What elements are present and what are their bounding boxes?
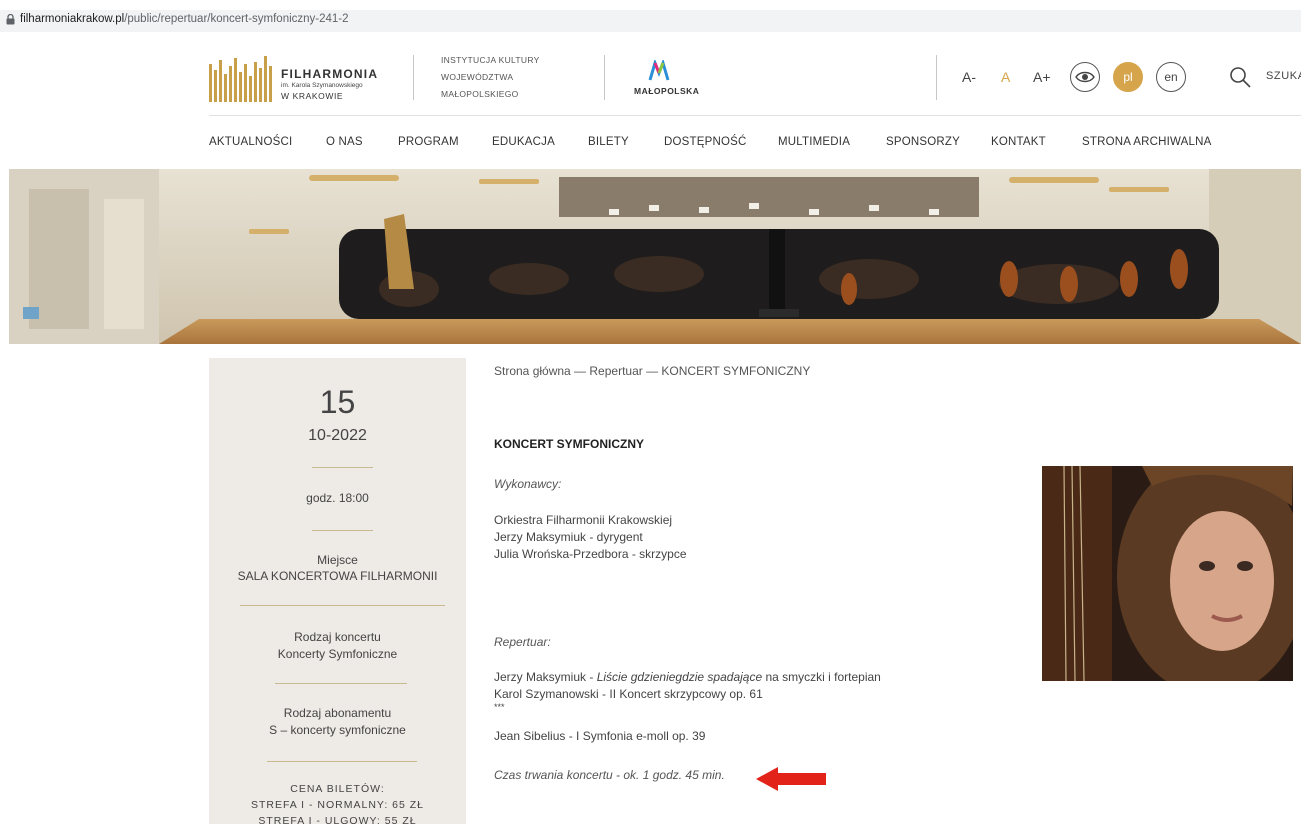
concert-type-label: Rodzaj koncertu [294,630,381,644]
repertoire-item: Karol Szymanowski - II Koncert skrzypcow… [494,687,763,701]
soloist-portrait-image [1042,466,1293,681]
eye-icon [1075,71,1095,83]
header-divider [604,55,605,100]
red-arrow-annotation [756,767,826,791]
event-month-year: 10-2022 [308,427,367,444]
performer-item: Jerzy Maksymiuk - dyrygent [494,530,643,544]
repertoire-separator: *** [494,702,505,712]
institution-line: INSTYTUCJA KULTURY [441,55,540,65]
logo-city: W KRAKOWIE [281,91,344,101]
orchestra-banner-image [9,169,1301,344]
logo-subtitle: im. Karola Szymanowskiego [281,82,363,89]
event-time: godz. 18:00 [306,491,369,505]
nav-strona-archiwalna[interactable]: STRONA ARCHIWALNA [1082,136,1212,148]
nav-program[interactable]: PROGRAM [398,136,459,148]
header-divider [413,55,414,100]
filharmonia-logo-icon[interactable] [209,56,273,102]
prices-label: CENA BILETÓW: [290,783,385,795]
subscription-label: Rodzaj abonamentu [283,706,392,720]
contrast-button[interactable] [1070,62,1100,92]
search-label[interactable]: SZUKA [1266,70,1301,82]
url-text[interactable]: filharmoniakrakow.pl/public/repertuar/ko… [20,13,349,25]
logo-name: FILHARMONIA [281,67,379,81]
divider [267,761,417,762]
institution-text: INSTYTUCJA KULTURY WOJEWÓDZTWA MAŁOPOLSK… [441,52,540,103]
concert-duration: Czas trwania koncertu - ok. 1 godz. 45 m… [494,768,725,782]
repertoire-label: Repertuar: [494,635,551,649]
malopolska-label: MAŁOPOLSKA [634,86,700,96]
repertoire-suffix: na smyczki i fortepian [762,670,881,684]
divider [312,467,373,468]
repertoire-item: Jean Sibelius - I Symfonia e-moll op. 39 [494,729,706,743]
performers-label: Wykonawcy: [494,477,562,491]
header-divider [936,55,937,100]
institution-line: WOJEWÓDZTWA [441,72,514,82]
institution-line: MAŁOPOLSKIEGO [441,89,519,99]
price-normal: STREFA I - NORMALNY: 65 ZŁ [250,799,425,811]
malopolska-logo-icon[interactable] [648,60,670,82]
divider [240,605,445,606]
page-title: KONCERT SYMFONICZNY [494,437,644,451]
lang-en-button[interactable]: en [1156,62,1186,92]
nav-kontakt[interactable]: KONTAKT [991,136,1046,148]
subscription-value: S – koncerty symfoniczne [269,723,406,737]
breadcrumb[interactable]: Strona główna — Repertuar — KONCERT SYMF… [494,364,810,378]
url-host: filharmoniakrakow.pl [20,13,125,25]
lock-icon [6,14,15,25]
font-normal-button[interactable]: A [1001,69,1010,85]
performer-item: Orkiestra Filharmonii Krakowskiej [494,513,673,527]
repertoire-work-title: Liście gdzieniegdzie spadające [596,670,763,684]
lang-pl-button[interactable]: pl [1113,62,1143,92]
event-day: 15 [319,384,356,420]
nav-dostepnosc[interactable]: DOSTĘPNOŚĆ [664,136,747,148]
nav-o-nas[interactable]: O NAS [326,136,363,148]
repertoire-composer: Jerzy Maksymiuk - [494,670,597,684]
header-divider-line [209,115,1301,116]
font-increase-button[interactable]: A+ [1033,69,1051,85]
concert-type-value: Koncerty Symfoniczne [277,647,398,661]
event-info-sidebar: 15 10-2022 godz. 18:00 Miejsce SALA KONC… [209,358,466,824]
font-decrease-button[interactable]: A- [962,69,976,85]
search-icon[interactable] [1229,66,1251,88]
price-reduced: STREFA I - ULGOWY: 55 ZŁ [258,815,417,824]
event-place-label: Miejsce [317,553,358,567]
nav-aktualnosci[interactable]: AKTUALNOŚCI [209,136,292,148]
divider [275,683,407,684]
browser-address-bar[interactable]: filharmoniakrakow.pl/public/repertuar/ko… [0,0,1301,34]
nav-bilety[interactable]: BILETY [588,136,629,148]
performer-item: Julia Wrońska-Przedbora - skrzypce [494,547,687,561]
url-path: /public/repertuar/koncert-symfoniczny-24… [124,13,349,25]
nav-sponsorzy[interactable]: SPONSORZY [886,136,960,148]
nav-multimedia[interactable]: MULTIMEDIA [778,136,850,148]
nav-edukacja[interactable]: EDUKACJA [492,136,555,148]
event-place-value: SALA KONCERTOWA FILHARMONII [237,569,438,583]
repertoire-item: Jerzy Maksymiuk - Liście gdzieniegdzie s… [494,670,881,684]
divider [312,530,373,531]
